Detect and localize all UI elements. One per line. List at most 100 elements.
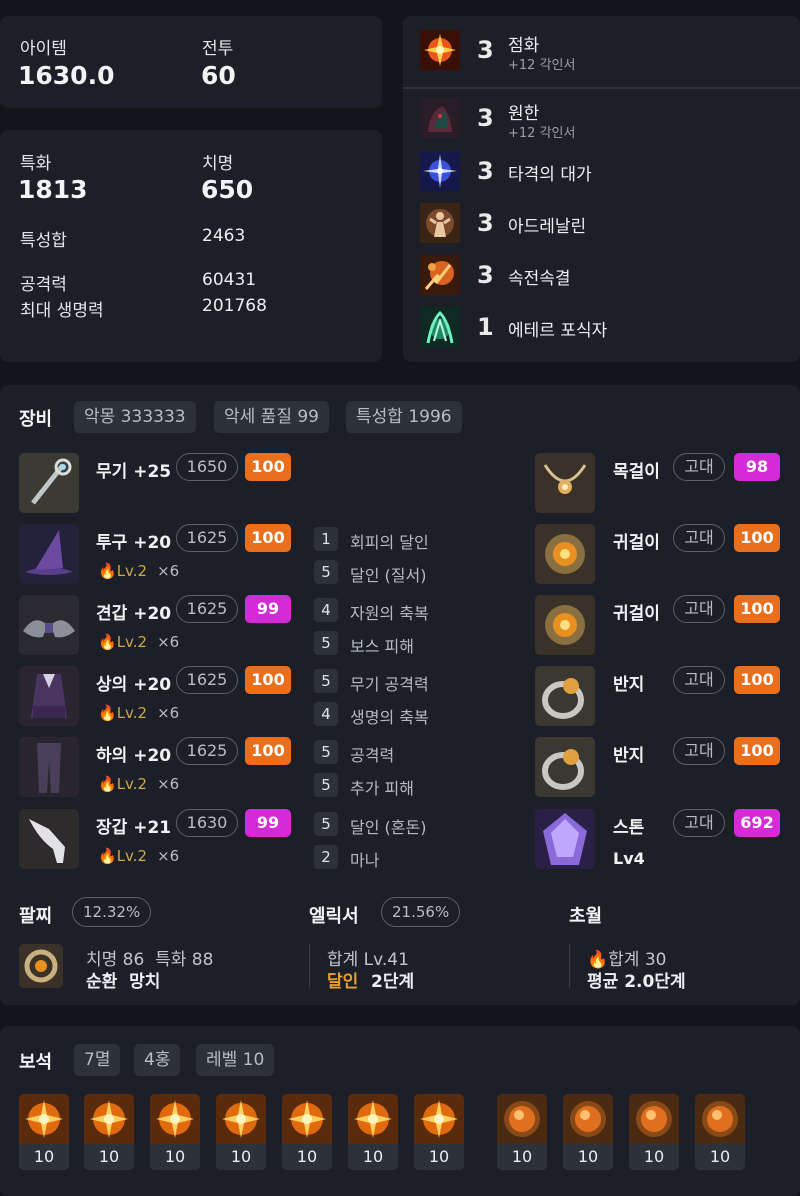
gem-level: 10 — [19, 1144, 69, 1170]
engraving-level: 3 — [477, 157, 494, 185]
stone-level: 🔥Lv.2 ×6 — [98, 704, 180, 722]
effect-name: 마나 — [350, 851, 380, 870]
gem-slot[interactable]: 10 — [629, 1094, 679, 1170]
item-name: 장갑 +21 — [96, 818, 172, 838]
gloves-armor-icon — [19, 809, 79, 869]
divider — [569, 944, 570, 988]
crimson-gem-icon — [695, 1094, 745, 1144]
effect-name: 달인 (혼돈) — [350, 818, 427, 837]
gem-slot[interactable]: 10 — [497, 1094, 547, 1170]
gem-level: 10 — [497, 1144, 547, 1170]
grade-pill: 고대 — [673, 737, 725, 765]
engraving-name: 원한 — [508, 104, 540, 124]
attack-label: 공격력 — [20, 275, 67, 295]
combat-level-value: 60 — [201, 61, 236, 90]
effect-level: 5 — [314, 560, 338, 584]
engraving-row[interactable]: 3 타격의 대가 — [420, 151, 790, 195]
accessory-name: 귀걸이 — [613, 533, 660, 553]
accessory-quality-tag: 악세 품질 99 — [214, 401, 329, 433]
quality-badge: 99 — [245, 809, 291, 837]
elixir-percent: 21.56% — [381, 897, 461, 927]
engraving-row[interactable]: 3 점화 +12 각인서 — [420, 30, 790, 74]
effect-level: 1 — [314, 527, 338, 551]
gem-slot[interactable]: 10 — [563, 1094, 613, 1170]
quality-badge: 100 — [245, 737, 291, 765]
stat-sum-label: 특성합 — [20, 231, 67, 251]
weapon-staff-icon — [19, 453, 79, 513]
gem-tag: 레벨 10 — [196, 1044, 275, 1076]
gem-level: 10 — [348, 1144, 398, 1170]
engraving-row[interactable]: 1 에테르 포식자 — [420, 307, 790, 351]
accessory-name: 목걸이 — [613, 462, 660, 482]
gem-slot[interactable]: 10 — [19, 1094, 69, 1170]
ring-icon — [535, 666, 595, 726]
engraving-level: 1 — [477, 313, 494, 341]
item-level-value: 1630.0 — [18, 61, 115, 90]
effect-level: 5 — [314, 773, 338, 797]
effect-level: 5 — [314, 812, 338, 836]
pants-armor-icon — [19, 737, 79, 797]
item-level-pill: 1625 — [176, 666, 238, 694]
gem-slot[interactable]: 10 — [216, 1094, 266, 1170]
item-level-pill: 1650 — [176, 453, 238, 481]
crimson-gem-icon — [629, 1094, 679, 1144]
accessory-name: 반지 — [613, 746, 645, 766]
quality-badge: 100 — [734, 666, 780, 694]
stone-level: 🔥Lv.2 ×6 — [98, 775, 180, 793]
ether-predator-icon — [420, 307, 460, 347]
equipment-title: 장비 — [19, 409, 53, 430]
flame-icon: 🔥 — [98, 633, 117, 651]
engraving-name: 점화 — [508, 36, 540, 56]
hit-master-icon — [420, 151, 460, 191]
gem-slot[interactable]: 10 — [348, 1094, 398, 1170]
engraving-name: 속전속결 — [508, 269, 571, 289]
grade-pill: 고대 — [673, 524, 725, 552]
ability-stone-icon — [535, 809, 595, 869]
quality-badge: 100 — [734, 595, 780, 623]
gem-slot[interactable]: 10 — [282, 1094, 332, 1170]
effect-name: 보스 피해 — [350, 637, 414, 656]
gem-tag: 7멸 — [74, 1044, 121, 1076]
gems-title: 보석 — [19, 1052, 53, 1073]
fire-ignite-icon — [420, 30, 460, 70]
transcend-title: 초월 — [569, 906, 603, 927]
gem-level: 10 — [216, 1144, 266, 1170]
grade-pill: 고대 — [673, 666, 725, 694]
flame-icon: 🔥 — [98, 562, 117, 580]
gem-level: 10 — [414, 1144, 464, 1170]
swift-strike-icon — [420, 255, 460, 295]
quality-badge: 100 — [734, 737, 780, 765]
engraving-name: 에테르 포식자 — [508, 321, 608, 341]
accessory-name: 귀걸이 — [613, 604, 660, 624]
engraving-book: +12 각인서 — [508, 126, 576, 141]
gem-level: 10 — [84, 1144, 134, 1170]
flame-icon: 🔥 — [98, 775, 117, 793]
gem-slot[interactable]: 10 — [150, 1094, 200, 1170]
gem-slot[interactable]: 10 — [84, 1094, 134, 1170]
earring-icon — [535, 595, 595, 655]
effect-name: 생명의 축복 — [350, 708, 429, 727]
elixir-effect: 달인 — [327, 972, 359, 992]
effect-name: 추가 피해 — [350, 779, 414, 798]
stat-sum-tag: 특성합 1996 — [346, 401, 462, 433]
crimson-gem-icon — [497, 1094, 547, 1144]
effect-level: 5 — [314, 740, 338, 764]
adrenaline-icon — [420, 203, 460, 243]
spec-value: 1813 — [18, 175, 88, 204]
doom-gem-icon — [19, 1094, 69, 1144]
engraving-row[interactable]: 3 아드레날린 — [420, 203, 790, 247]
stone-level: Lv4 — [613, 849, 645, 868]
gem-level: 10 — [695, 1144, 745, 1170]
effect-name: 달인 (질서) — [350, 566, 427, 585]
stone-level: 🔥Lv.2 ×6 — [98, 562, 180, 580]
set-tag: 악몽 333333 — [74, 401, 196, 433]
engraving-row[interactable]: 3 속전속결 — [420, 255, 790, 299]
item-level-pill: 1625 — [176, 737, 238, 765]
gem-slot[interactable]: 10 — [414, 1094, 464, 1170]
gem-slot[interactable]: 10 — [695, 1094, 745, 1170]
engraving-book: +12 각인서 — [508, 58, 576, 73]
ring-icon — [535, 737, 595, 797]
engraving-row[interactable]: 3 원한 +12 각인서 — [420, 98, 790, 142]
effect-name: 공격력 — [350, 746, 395, 765]
engraving-level: 3 — [477, 261, 494, 289]
